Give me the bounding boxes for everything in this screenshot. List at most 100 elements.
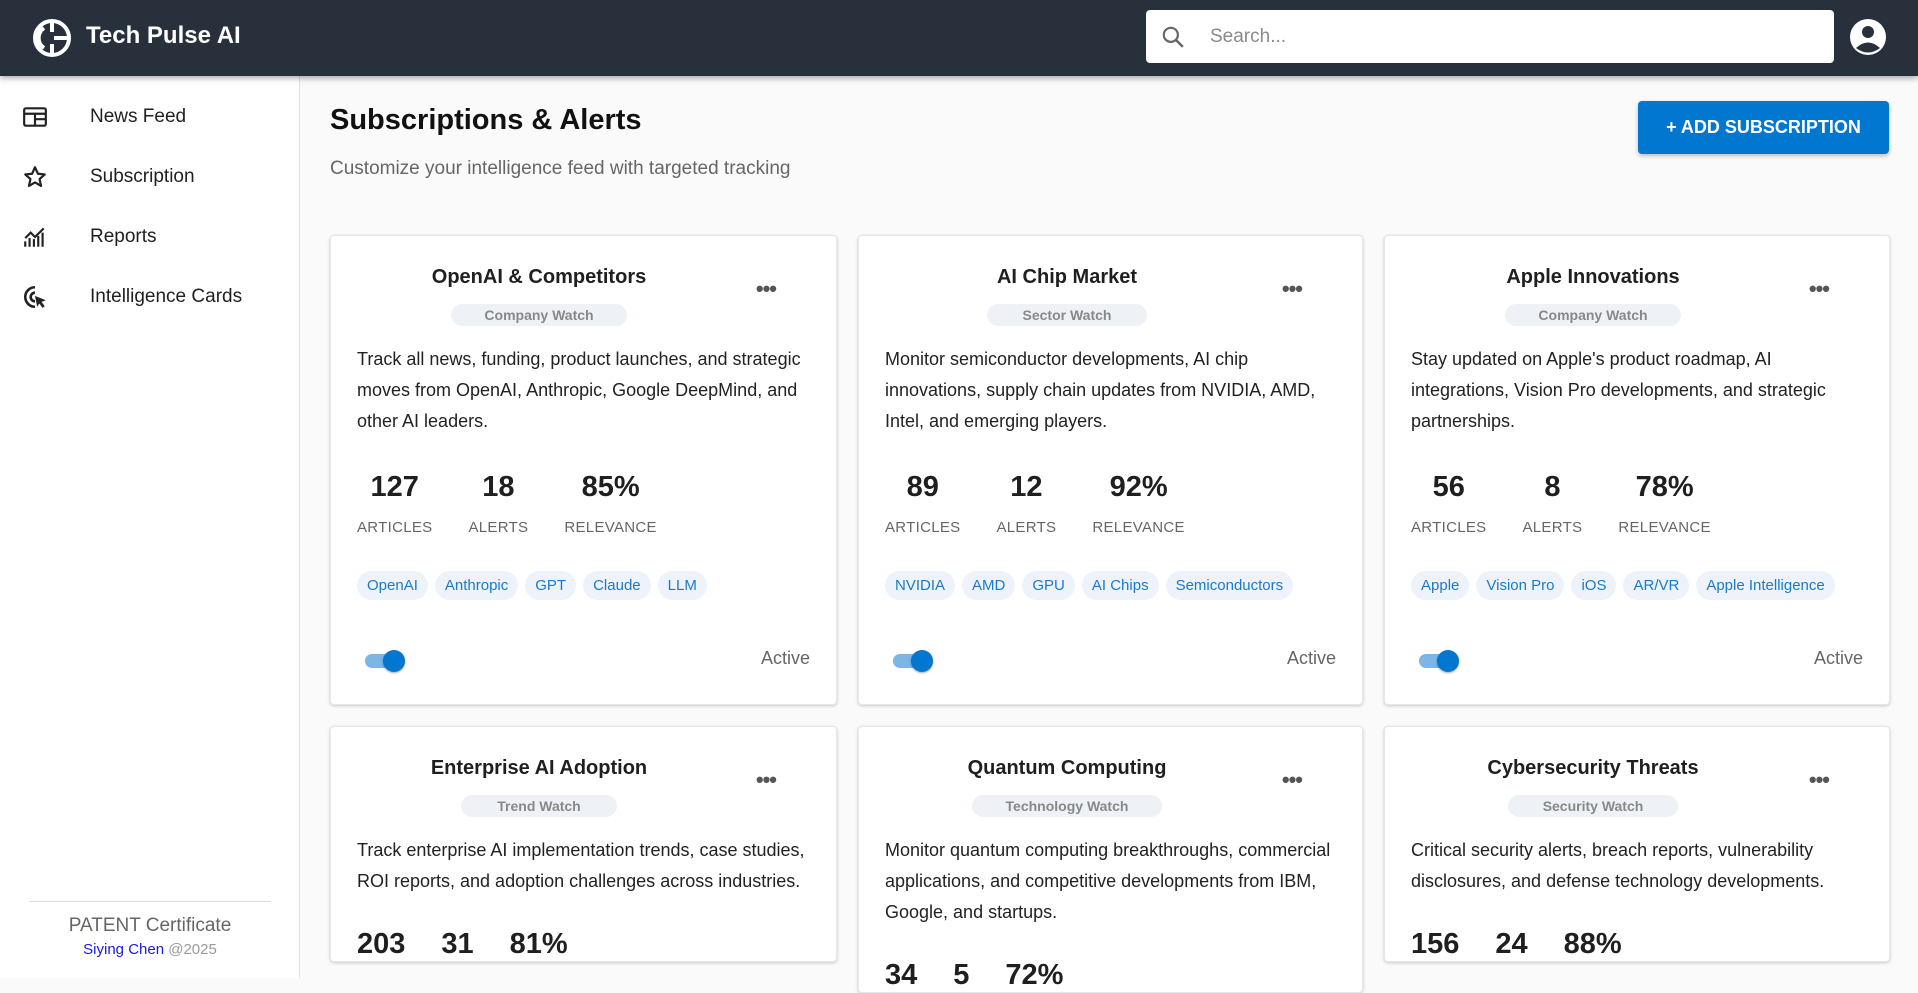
keyword-tag[interactable]: OpenAI bbox=[357, 571, 428, 600]
more-options-icon[interactable]: ••• bbox=[1809, 276, 1830, 302]
type-badge: Trend Watch bbox=[461, 795, 617, 817]
status-label: Active bbox=[760, 648, 810, 668]
keyword-tag[interactable]: Semiconductors bbox=[1165, 571, 1294, 600]
card-stats: 156 24 88% bbox=[1411, 927, 1863, 961]
alerts-count: 5 bbox=[953, 959, 970, 991]
newspaper-icon bbox=[23, 107, 47, 127]
star-icon bbox=[24, 166, 46, 188]
search-box[interactable] bbox=[1146, 10, 1834, 63]
more-options-icon[interactable]: ••• bbox=[1809, 767, 1830, 793]
more-options-icon[interactable]: ••• bbox=[756, 767, 777, 793]
alerts-count: 31 bbox=[441, 928, 474, 960]
articles-label: ARTICLES bbox=[885, 519, 961, 536]
tag-list: Apple Vision Pro iOS AR/VR Apple Intelligenc… bbox=[1411, 571, 1863, 600]
subscription-card: AI Chip Market Sector Watch ••• Monitor … bbox=[858, 235, 1363, 705]
articles-count: 156 bbox=[1411, 928, 1460, 960]
top-bar: Tech Pulse AI bbox=[0, 0, 1918, 76]
keyword-tag[interactable]: Apple bbox=[1411, 571, 1470, 600]
keyword-tag[interactable]: Anthropic bbox=[434, 571, 519, 600]
alerts-count: 18 bbox=[482, 471, 515, 503]
card-description: Track enterprise AI implementation trend… bbox=[357, 840, 805, 891]
subscription-card: Quantum Computing Technology Watch ••• M… bbox=[858, 726, 1363, 993]
active-toggle[interactable] bbox=[893, 650, 933, 672]
keyword-tag[interactable]: Vision Pro bbox=[1476, 571, 1565, 600]
relevance-label: RELEVANCE bbox=[1092, 519, 1185, 536]
articles-count: 127 bbox=[370, 471, 419, 503]
sidebar-item-label: Subscription bbox=[90, 166, 195, 187]
type-badge: Technology Watch bbox=[972, 795, 1162, 817]
articles-count: 203 bbox=[357, 928, 406, 960]
sidebar-item-label: Intelligence Cards bbox=[90, 286, 243, 307]
card-stats: 127 ARTICLES 18 ALERTS 85% RELEVANCE bbox=[357, 467, 810, 536]
active-toggle[interactable] bbox=[1419, 650, 1459, 672]
card-description: Monitor semiconductor developments, AI c… bbox=[885, 349, 1316, 431]
keyword-tag[interactable]: Apple Intelligence bbox=[1696, 571, 1835, 600]
keyword-tag[interactable]: LLM bbox=[657, 571, 707, 600]
keyword-tag[interactable]: AMD bbox=[962, 571, 1016, 600]
card-description: Track all news, funding, product launche… bbox=[357, 349, 801, 431]
keyword-tag[interactable]: GPT bbox=[525, 571, 577, 600]
keyword-tag[interactable]: AR/VR bbox=[1623, 571, 1690, 600]
sidebar-footer: PATENT Certificate Siying Chen @2025 bbox=[29, 901, 271, 958]
more-options-icon[interactable]: ••• bbox=[756, 276, 777, 302]
more-options-icon[interactable]: ••• bbox=[1282, 767, 1303, 793]
relevance-value: 72% bbox=[1005, 959, 1064, 991]
keyword-tag[interactable]: AI Chips bbox=[1081, 571, 1159, 600]
keyword-tag[interactable]: Claude bbox=[583, 571, 651, 600]
keyword-tag[interactable]: NVIDIA bbox=[885, 571, 956, 600]
sidebar-item-reports[interactable]: Reports bbox=[0, 209, 299, 265]
subscription-card: Enterprise AI Adoption Trend Watch ••• T… bbox=[330, 726, 837, 962]
account-icon[interactable] bbox=[1848, 17, 1888, 57]
sidebar: News Feed Subscription Reports Intellige… bbox=[0, 76, 300, 978]
type-badge: Security Watch bbox=[1508, 795, 1678, 817]
active-toggle[interactable] bbox=[365, 650, 405, 672]
page-subtitle: Customize your intelligence feed with ta… bbox=[330, 158, 791, 179]
tag-list: OpenAI Anthropic GPT Claude LLM bbox=[357, 571, 810, 600]
sidebar-item-subscription[interactable]: Subscription bbox=[0, 149, 299, 205]
author-link[interactable]: Siying Chen bbox=[83, 941, 164, 958]
keyword-tag[interactable]: iOS bbox=[1571, 571, 1617, 600]
card-stats: 89 ARTICLES 12 ALERTS 92% RELEVANCE bbox=[885, 467, 1336, 536]
alerts-count: 24 bbox=[1495, 928, 1528, 960]
articles-label: ARTICLES bbox=[357, 519, 433, 536]
status-label: Active bbox=[1286, 648, 1336, 668]
add-subscription-button[interactable]: + ADD SUBSCRIPTION bbox=[1638, 101, 1889, 154]
logo-icon bbox=[33, 19, 71, 57]
relevance-value: 85% bbox=[581, 471, 640, 503]
more-options-icon[interactable]: ••• bbox=[1282, 276, 1303, 302]
tag-list: NVIDIA AMD GPU AI Chips Semiconductors bbox=[885, 571, 1336, 600]
subscription-card: Cybersecurity Threats Security Watch •••… bbox=[1384, 726, 1890, 962]
page-title: Subscriptions & Alerts bbox=[330, 104, 642, 136]
relevance-value: 78% bbox=[1635, 471, 1694, 503]
type-badge: Company Watch bbox=[451, 304, 627, 326]
card-description: Critical security alerts, breach reports… bbox=[1411, 840, 1825, 891]
sidebar-item-label: News Feed bbox=[90, 106, 187, 127]
alerts-count: 8 bbox=[1544, 471, 1561, 503]
app-title: Tech Pulse AI bbox=[86, 22, 241, 49]
alerts-label: ALERTS bbox=[1522, 519, 1583, 536]
relevance-value: 92% bbox=[1109, 471, 1168, 503]
relevance-value: 81% bbox=[509, 928, 568, 960]
relevance-label: RELEVANCE bbox=[1618, 519, 1711, 536]
chart-icon bbox=[24, 227, 45, 247]
search-input[interactable] bbox=[1210, 10, 1810, 63]
alerts-label: ALERTS bbox=[468, 519, 529, 536]
card-description: Stay updated on Apple's product roadmap,… bbox=[1411, 349, 1826, 431]
subscription-card: OpenAI & Competitors Company Watch ••• T… bbox=[330, 235, 837, 705]
type-badge: Company Watch bbox=[1505, 304, 1681, 326]
status-label: Active bbox=[1813, 648, 1863, 668]
search-icon bbox=[1162, 26, 1184, 48]
sidebar-item-news-feed[interactable]: News Feed bbox=[0, 89, 299, 145]
card-stats: 56 ARTICLES 8 ALERTS 78% RELEVANCE bbox=[1411, 467, 1863, 536]
alerts-label: ALERTS bbox=[996, 519, 1057, 536]
type-badge: Sector Watch bbox=[987, 304, 1147, 326]
alerts-count: 12 bbox=[1010, 471, 1043, 503]
sidebar-item-label: Reports bbox=[90, 226, 157, 247]
subscription-card: Apple Innovations Company Watch ••• Stay… bbox=[1384, 235, 1890, 705]
patent-label: PATENT Certificate bbox=[68, 915, 232, 936]
articles-count: 89 bbox=[906, 471, 939, 503]
articles-label: ARTICLES bbox=[1411, 519, 1487, 536]
card-description: Monitor quantum computing breakthroughs,… bbox=[885, 840, 1331, 922]
sidebar-item-intelligence-cards[interactable]: Intelligence Cards bbox=[0, 269, 299, 325]
keyword-tag[interactable]: GPU bbox=[1022, 571, 1075, 600]
